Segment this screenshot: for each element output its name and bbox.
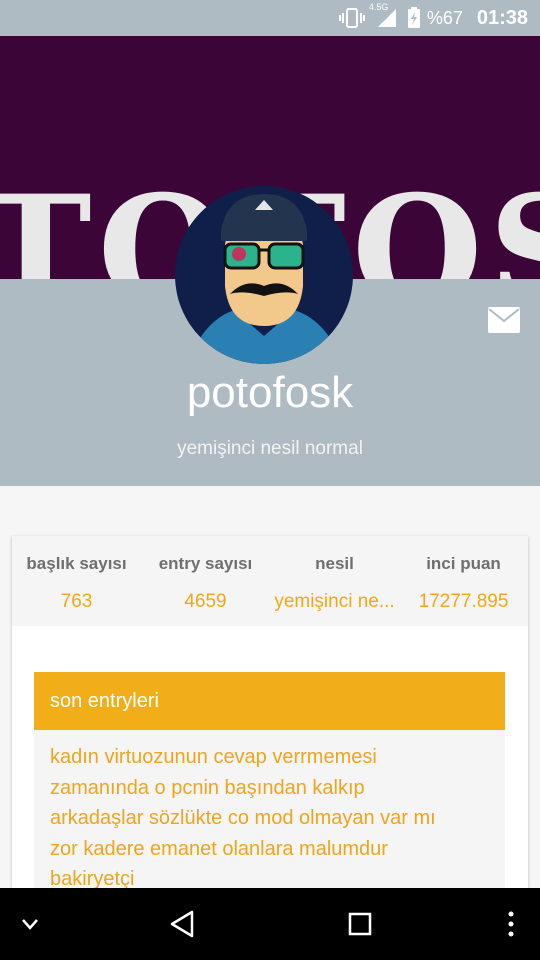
- clock: 01:38: [476, 6, 528, 29]
- signal-icon: 4.5G: [369, 2, 397, 28]
- stat-value: 763: [60, 591, 93, 612]
- chevron-down-icon: [22, 919, 38, 930]
- entry-link[interactable]: arkadaşlar sözlükte co mod olmayan var m…: [50, 803, 489, 834]
- stat-value: 17277.895: [418, 591, 509, 612]
- entry-link[interactable]: bakiryetçi: [50, 864, 489, 888]
- vibrate-icon: [338, 8, 365, 28]
- entry-link[interactable]: kadın virtuozunun cevap verrmemesi: [50, 742, 489, 773]
- overview-button[interactable]: [338, 888, 382, 960]
- entry-link[interactable]: zor kadere emanet olanlara malumdur: [50, 834, 489, 865]
- network-type-label: 4.5G: [368, 2, 389, 12]
- avatar[interactable]: [175, 186, 353, 364]
- status-bar: 4.5G %67 01:38: [0, 0, 540, 36]
- stat-title-count[interactable]: başlık sayısı 763: [12, 536, 141, 626]
- entries-header: son entryleri: [34, 672, 505, 730]
- mail-icon: [488, 307, 520, 333]
- square-icon: [348, 912, 372, 936]
- stat-generation: nesil yemişinci ne...: [270, 536, 399, 626]
- message-button[interactable]: [488, 307, 520, 333]
- generation-title: yemişinci nesil normal: [177, 438, 363, 459]
- entry-link[interactable]: zamanında o pcnin başından kalkıp: [50, 773, 489, 804]
- more-options-button[interactable]: [496, 888, 526, 960]
- username: potofosk: [186, 368, 354, 417]
- back-icon: [170, 910, 194, 938]
- stat-label: entry sayısı: [158, 554, 253, 573]
- stat-label: başlık sayısı: [26, 554, 127, 573]
- entries-list: kadın virtuozunun cevap verrmemesi zaman…: [34, 730, 505, 888]
- stat-value: yemişinci ne...: [274, 591, 395, 612]
- stat-entry-count[interactable]: entry sayısı 4659: [141, 536, 270, 626]
- stat-label: inci puan: [426, 554, 501, 573]
- stats-row: başlık sayısı 763 entry sayısı 4659 nesi…: [12, 536, 528, 626]
- profile-card: başlık sayısı 763 entry sayısı 4659 nesi…: [12, 536, 528, 888]
- more-vert-icon: [508, 911, 514, 937]
- stat-label: nesil: [315, 554, 354, 573]
- stat-points: inci puan 17277.895: [399, 536, 528, 626]
- stat-value: 4659: [184, 591, 227, 612]
- collapse-button[interactable]: [10, 888, 50, 960]
- battery-percent: %67: [426, 7, 463, 28]
- battery-charging-icon: [407, 7, 421, 29]
- back-button[interactable]: [160, 888, 204, 960]
- navigation-bar: [0, 888, 540, 960]
